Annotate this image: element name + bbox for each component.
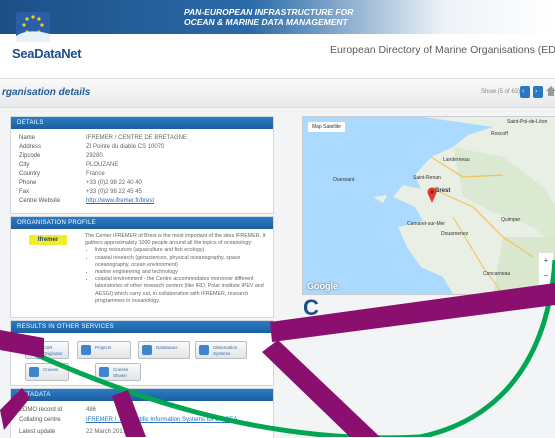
purple-bar-bottom bbox=[262, 340, 380, 437]
purple-bar-lower-left bbox=[0, 388, 30, 430]
annotation-overlay bbox=[0, 259, 555, 437]
purple-bar-right bbox=[270, 283, 555, 342]
purple-bar-left bbox=[0, 330, 44, 358]
